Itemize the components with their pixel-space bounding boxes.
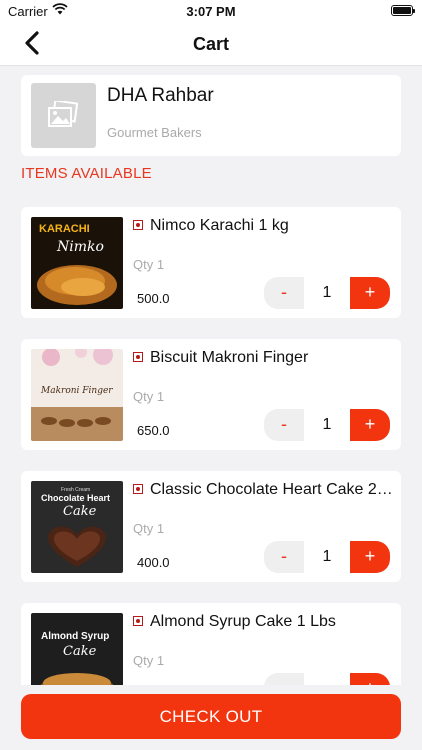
product-image: KARACHI Nimko <box>31 217 123 309</box>
cart-content[interactable]: DHA Rahbar Gourmet Bakers ITEMS AVAILABL… <box>0 67 422 685</box>
increase-button[interactable]: + <box>350 409 390 441</box>
status-bar: Carrier 3:07 PM <box>0 0 422 22</box>
quantity-stepper: - 1 + <box>264 277 390 309</box>
nav-bar: Cart <box>0 22 422 66</box>
non-veg-icon <box>133 484 143 494</box>
item-price: 500.0 <box>137 291 170 306</box>
item-name: Nimco Karachi 1 kg <box>150 217 289 234</box>
photo-text: Chocolate Heart <box>41 493 110 503</box>
quantity-value: 1 <box>322 548 332 565</box>
quantity-stepper: - 1 + <box>264 409 390 441</box>
photo-text: Makroni Finger <box>40 386 113 396</box>
quantity-value <box>304 673 350 685</box>
battery-icon <box>391 5 415 16</box>
quantity-value: 1 <box>322 416 332 433</box>
photo-text: Nimko <box>56 239 104 255</box>
photo-text: Cake <box>63 644 97 659</box>
decrease-button[interactable]: - <box>264 409 304 441</box>
increase-button[interactable]: + <box>350 541 390 573</box>
image-placeholder-icon <box>31 83 96 148</box>
cart-item: Almond Syrup Cake Almond Syrup Cake 1 Lb… <box>21 603 401 685</box>
non-veg-icon <box>133 616 143 626</box>
cart-item: KARACHI Nimko Nimco Karachi 1 kg Qty 1 5… <box>21 207 401 318</box>
page-title: Cart <box>192 34 229 54</box>
cart-item: Fresh Cream Chocolate Heart Cake Classic… <box>21 471 401 582</box>
qty-label: Qty 1 <box>133 257 165 272</box>
item-name: Biscuit Makroni Finger <box>150 349 309 366</box>
increase-button[interactable]: + <box>350 277 390 309</box>
decrease-button[interactable]: - <box>264 541 304 573</box>
non-veg-icon <box>133 220 143 230</box>
item-price: 400.0 <box>137 555 170 570</box>
clock: 3:07 PM <box>186 4 236 19</box>
cart-item: Makroni Finger Biscuit Makroni Finger Qt… <box>21 339 401 450</box>
qty-label: Qty 1 <box>133 389 165 404</box>
increase-button[interactable]: + <box>350 673 390 685</box>
non-veg-icon <box>133 352 143 362</box>
qty-label: Qty 1 <box>133 521 165 536</box>
store-name: DHA Rahbar <box>107 85 214 106</box>
photo-text: Cake <box>63 504 97 519</box>
section-label: ITEMS AVAILABLE <box>21 165 152 182</box>
store-subtitle: Gourmet Bakers <box>107 125 202 140</box>
decrease-button[interactable]: - <box>264 277 304 309</box>
decrease-button[interactable]: - <box>264 673 304 685</box>
checkout-button[interactable]: CHECK OUT <box>21 694 401 739</box>
qty-label: Qty 1 <box>133 653 165 668</box>
quantity-stepper: - 1 + <box>264 541 390 573</box>
quantity-value: 1 <box>322 284 332 301</box>
photo-text: KARACHI <box>39 223 90 235</box>
product-image: Almond Syrup Cake <box>31 613 123 685</box>
store-card: DHA Rahbar Gourmet Bakers <box>21 75 401 156</box>
item-name: Classic Chocolate Heart Cake 2 Lbs <box>150 481 395 498</box>
photo-text: Almond Syrup <box>41 631 109 642</box>
item-name: Almond Syrup Cake 1 Lbs <box>150 613 336 630</box>
product-image: Fresh Cream Chocolate Heart Cake <box>31 481 123 573</box>
quantity-stepper: - + <box>264 673 390 685</box>
product-image: Makroni Finger <box>31 349 123 441</box>
item-price: 650.0 <box>137 423 170 438</box>
